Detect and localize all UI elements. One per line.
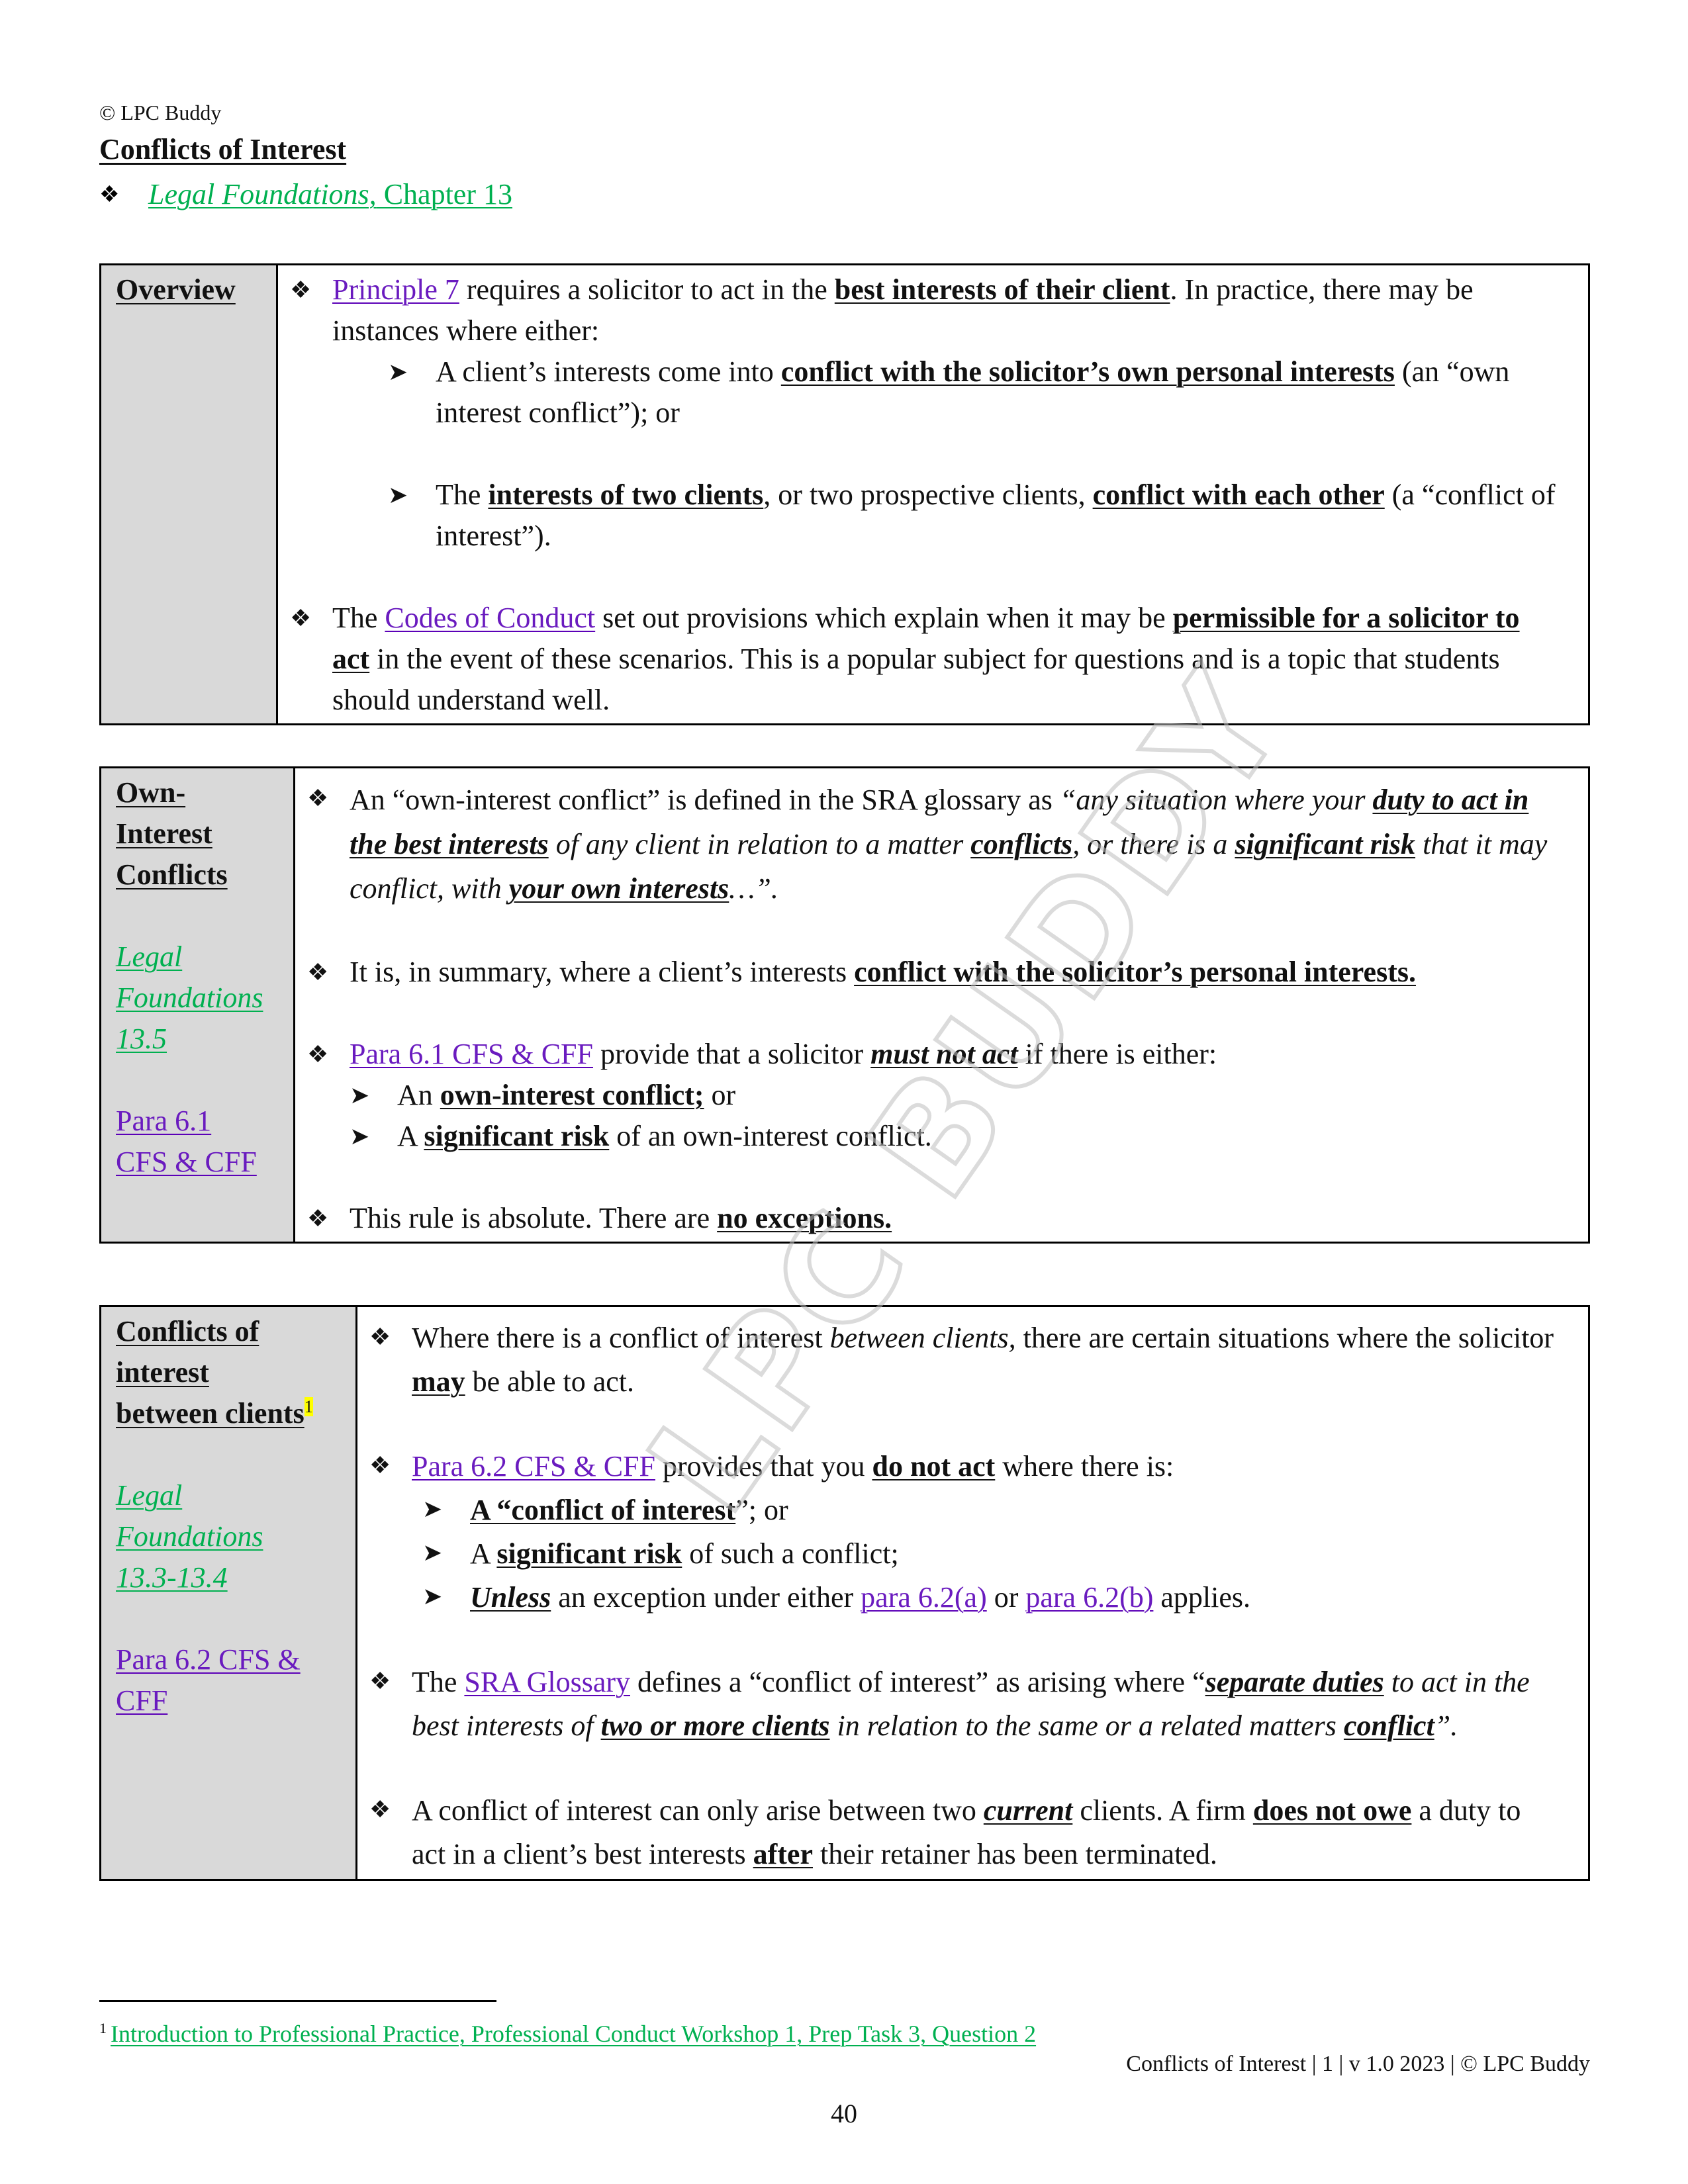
diamond-bullet-icon: ❖ <box>307 785 329 811</box>
between-clients-heading: interest <box>116 1356 209 1388</box>
list-item: ➤ A significant risk of such a conflict; <box>369 1532 1562 1576</box>
list-item: ➤ Unless an exception under either para … <box>369 1576 1562 1619</box>
between-clients-content: ❖ Where there is a conflict of interest … <box>355 1305 1590 1881</box>
own-interest-heading: Conflicts <box>116 858 228 891</box>
document-page: © LPC Buddy Conflicts of Interest ❖ Lega… <box>0 0 1688 2184</box>
arrow-bullet-icon: ➤ <box>388 482 408 508</box>
list-item: ❖ It is, in summary, where a client’s in… <box>307 952 1562 993</box>
para-6-2-side-link[interactable]: Para 6.2 CFS & CFF <box>116 1639 341 1721</box>
para-6-2a-link[interactable]: para 6.2(a) <box>861 1581 987 1614</box>
own-interest-table: Own- Interest Conflicts Legal Foundation… <box>99 766 1590 1244</box>
diamond-bullet-icon: ❖ <box>307 1205 329 1232</box>
arrow-bullet-icon: ➤ <box>350 1123 370 1150</box>
diamond-bullet-icon: ❖ <box>99 182 120 207</box>
diamond-bullet-icon: ❖ <box>307 959 329 985</box>
between-clients-heading: between clients <box>116 1397 305 1430</box>
footnote-number: 1 <box>99 2020 107 2036</box>
diamond-bullet-icon: ❖ <box>369 1668 391 1694</box>
list-item: ➤ A significant risk of an own-interest … <box>307 1116 1562 1157</box>
list-item: ❖ Principle 7 requires a solicitor to ac… <box>290 269 1562 351</box>
list-item: ❖ An “own-interest conflict” is defined … <box>307 778 1562 911</box>
overview-heading: Overview <box>116 273 236 306</box>
own-interest-heading: Interest <box>116 817 212 850</box>
diamond-bullet-icon: ❖ <box>290 605 312 631</box>
footnote: 1 Introduction to Professional Practice, … <box>99 2020 1036 2048</box>
own-interest-heading: Own- <box>116 776 186 809</box>
list-item: ❖ Where there is a conflict of interest … <box>369 1316 1562 1404</box>
own-interest-side-cell: Own- Interest Conflicts Legal Foundation… <box>99 766 295 1244</box>
arrow-bullet-icon: ➤ <box>422 1583 443 1610</box>
diamond-bullet-icon: ❖ <box>369 1324 391 1350</box>
chapter-reference: ❖ Legal Foundations, Chapter 13 <box>99 177 512 211</box>
para-6-1-link[interactable]: Para 6.1 CFS & CFF <box>350 1038 593 1070</box>
between-clients-table: Conflicts of interest between clients1 L… <box>99 1305 1590 1881</box>
sra-glossary-link[interactable]: SRA Glossary <box>464 1666 630 1698</box>
list-item: ➤ A “conflict of interest”; or <box>369 1488 1562 1532</box>
overview-content: ❖ Principle 7 requires a solicitor to ac… <box>276 263 1590 725</box>
list-item: ➤ A client’s interests come into conflic… <box>290 351 1562 433</box>
list-item: ❖ Para 6.1 CFS & CFF provide that a soli… <box>307 1034 1562 1075</box>
arrow-bullet-icon: ➤ <box>350 1082 370 1109</box>
overview-table: Overview ❖ Principle 7 requires a solici… <box>99 263 1590 725</box>
overview-side-cell: Overview <box>99 263 278 725</box>
diamond-bullet-icon: ❖ <box>369 1796 391 1823</box>
page-title: Conflicts of Interest <box>99 133 347 165</box>
para-6-1-side-link[interactable]: Para 6.1 CFS & CFF <box>116 1101 279 1183</box>
list-item: ❖ The SRA Glossary defines a “conflict o… <box>369 1661 1562 1748</box>
diamond-bullet-icon: ❖ <box>369 1452 391 1479</box>
diamond-bullet-icon: ❖ <box>307 1041 329 1068</box>
footnote-divider <box>99 2000 496 2002</box>
page-number: 40 <box>831 2099 857 2128</box>
footer-info: Conflicts of Interest | 1 | v 1.0 2023 |… <box>1126 2052 1590 2076</box>
list-item: ➤ An own-interest conflict; or <box>307 1075 1562 1116</box>
list-item: ❖ Para 6.2 CFS & CFF provides that you d… <box>369 1445 1562 1488</box>
list-item: ❖ This rule is absolute. There are no ex… <box>307 1198 1562 1239</box>
arrow-bullet-icon: ➤ <box>422 1496 443 1522</box>
diamond-bullet-icon: ❖ <box>290 277 312 303</box>
legal-foundations-chapter-link[interactable]: Legal Foundations, Chapter 13 <box>148 177 512 211</box>
copyright-header: © LPC Buddy <box>99 101 222 124</box>
own-interest-content: ❖ An “own-interest conflict” is defined … <box>293 766 1590 1244</box>
footnote-reference[interactable]: 1 <box>304 1397 313 1417</box>
para-6-2b-link[interactable]: para 6.2(b) <box>1025 1581 1153 1614</box>
list-item: ❖ A conflict of interest can only arise … <box>369 1789 1562 1876</box>
principle-7-link[interactable]: Principle 7 <box>332 273 459 306</box>
legal-foundations-13-3-link[interactable]: Legal Foundations 13.3-13.4 <box>116 1475 341 1598</box>
arrow-bullet-icon: ➤ <box>422 1539 443 1566</box>
codes-of-conduct-link[interactable]: Codes of Conduct <box>385 602 595 634</box>
between-clients-side-cell: Conflicts of interest between clients1 L… <box>99 1305 357 1881</box>
list-item: ❖ The Codes of Conduct set out provision… <box>290 598 1562 721</box>
legal-foundations-13-5-link[interactable]: Legal Foundations 13.5 <box>116 936 279 1060</box>
arrow-bullet-icon: ➤ <box>388 359 408 385</box>
between-clients-heading: Conflicts of <box>116 1315 259 1347</box>
list-item: ➤ The interests of two clients, or two p… <box>290 475 1562 557</box>
para-6-2-link[interactable]: Para 6.2 CFS & CFF <box>412 1450 655 1482</box>
footnote-link[interactable]: Introduction to Professional Practice, P… <box>111 2021 1036 2047</box>
